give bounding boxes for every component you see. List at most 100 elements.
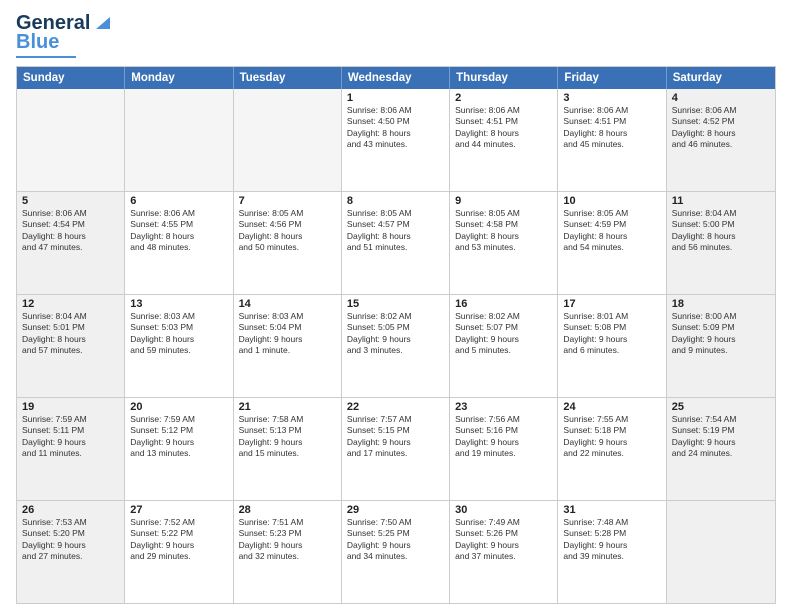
- cell-info: Sunrise: 8:02 AM Sunset: 5:07 PM Dayligh…: [455, 311, 552, 357]
- cal-cell: 17Sunrise: 8:01 AM Sunset: 5:08 PM Dayli…: [558, 295, 666, 397]
- cal-row-5: 26Sunrise: 7:53 AM Sunset: 5:20 PM Dayli…: [17, 500, 775, 603]
- cal-cell: 7Sunrise: 8:05 AM Sunset: 4:56 PM Daylig…: [234, 192, 342, 294]
- day-number: 19: [22, 401, 119, 413]
- cal-cell: 29Sunrise: 7:50 AM Sunset: 5:25 PM Dayli…: [342, 501, 450, 603]
- cell-info: Sunrise: 8:06 AM Sunset: 4:50 PM Dayligh…: [347, 105, 444, 151]
- day-number: 16: [455, 298, 552, 310]
- day-number: 21: [239, 401, 336, 413]
- cal-cell: 23Sunrise: 7:56 AM Sunset: 5:16 PM Dayli…: [450, 398, 558, 500]
- day-number: 24: [563, 401, 660, 413]
- cal-cell: 21Sunrise: 7:58 AM Sunset: 5:13 PM Dayli…: [234, 398, 342, 500]
- cell-info: Sunrise: 8:01 AM Sunset: 5:08 PM Dayligh…: [563, 311, 660, 357]
- cal-row-3: 12Sunrise: 8:04 AM Sunset: 5:01 PM Dayli…: [17, 294, 775, 397]
- cell-info: Sunrise: 7:59 AM Sunset: 5:12 PM Dayligh…: [130, 414, 227, 460]
- cal-cell: [17, 89, 125, 191]
- cell-info: Sunrise: 8:06 AM Sunset: 4:51 PM Dayligh…: [455, 105, 552, 151]
- day-number: 18: [672, 298, 770, 310]
- day-number: 25: [672, 401, 770, 413]
- cell-info: Sunrise: 8:05 AM Sunset: 4:59 PM Dayligh…: [563, 208, 660, 254]
- cal-cell: 2Sunrise: 8:06 AM Sunset: 4:51 PM Daylig…: [450, 89, 558, 191]
- day-number: 3: [563, 92, 660, 104]
- cell-info: Sunrise: 7:55 AM Sunset: 5:18 PM Dayligh…: [563, 414, 660, 460]
- day-number: 12: [22, 298, 119, 310]
- cell-info: Sunrise: 7:50 AM Sunset: 5:25 PM Dayligh…: [347, 517, 444, 563]
- cal-cell: 26Sunrise: 7:53 AM Sunset: 5:20 PM Dayli…: [17, 501, 125, 603]
- cal-cell: 3Sunrise: 8:06 AM Sunset: 4:51 PM Daylig…: [558, 89, 666, 191]
- cell-info: Sunrise: 7:53 AM Sunset: 5:20 PM Dayligh…: [22, 517, 119, 563]
- calendar-body: 1Sunrise: 8:06 AM Sunset: 4:50 PM Daylig…: [17, 89, 775, 603]
- cell-info: Sunrise: 8:02 AM Sunset: 5:05 PM Dayligh…: [347, 311, 444, 357]
- cal-cell: 25Sunrise: 7:54 AM Sunset: 5:19 PM Dayli…: [667, 398, 775, 500]
- day-number: 17: [563, 298, 660, 310]
- header-day-friday: Friday: [558, 67, 666, 89]
- cal-row-2: 5Sunrise: 8:06 AM Sunset: 4:54 PM Daylig…: [17, 191, 775, 294]
- cell-info: Sunrise: 7:54 AM Sunset: 5:19 PM Dayligh…: [672, 414, 770, 460]
- day-number: 29: [347, 504, 444, 516]
- header-day-wednesday: Wednesday: [342, 67, 450, 89]
- cell-info: Sunrise: 8:00 AM Sunset: 5:09 PM Dayligh…: [672, 311, 770, 357]
- day-number: 26: [22, 504, 119, 516]
- cal-cell: 15Sunrise: 8:02 AM Sunset: 5:05 PM Dayli…: [342, 295, 450, 397]
- logo-triangle-icon: [92, 13, 114, 31]
- cal-cell: 20Sunrise: 7:59 AM Sunset: 5:12 PM Dayli…: [125, 398, 233, 500]
- cal-cell: 8Sunrise: 8:05 AM Sunset: 4:57 PM Daylig…: [342, 192, 450, 294]
- cell-info: Sunrise: 7:48 AM Sunset: 5:28 PM Dayligh…: [563, 517, 660, 563]
- calendar-header: SundayMondayTuesdayWednesdayThursdayFrid…: [17, 67, 775, 89]
- cal-cell: [234, 89, 342, 191]
- cal-cell: 19Sunrise: 7:59 AM Sunset: 5:11 PM Dayli…: [17, 398, 125, 500]
- day-number: 2: [455, 92, 552, 104]
- day-number: 20: [130, 401, 227, 413]
- logo: General Blue: [16, 12, 114, 58]
- cal-cell: 1Sunrise: 8:06 AM Sunset: 4:50 PM Daylig…: [342, 89, 450, 191]
- cell-info: Sunrise: 8:06 AM Sunset: 4:55 PM Dayligh…: [130, 208, 227, 254]
- day-number: 1: [347, 92, 444, 104]
- cell-info: Sunrise: 8:06 AM Sunset: 4:54 PM Dayligh…: [22, 208, 119, 254]
- cal-cell: 9Sunrise: 8:05 AM Sunset: 4:58 PM Daylig…: [450, 192, 558, 294]
- cell-info: Sunrise: 8:06 AM Sunset: 4:51 PM Dayligh…: [563, 105, 660, 151]
- day-number: 13: [130, 298, 227, 310]
- cal-cell: 5Sunrise: 8:06 AM Sunset: 4:54 PM Daylig…: [17, 192, 125, 294]
- day-number: 31: [563, 504, 660, 516]
- cell-info: Sunrise: 8:05 AM Sunset: 4:58 PM Dayligh…: [455, 208, 552, 254]
- cal-cell: 10Sunrise: 8:05 AM Sunset: 4:59 PM Dayli…: [558, 192, 666, 294]
- logo-underline: [16, 56, 76, 58]
- cal-cell: 24Sunrise: 7:55 AM Sunset: 5:18 PM Dayli…: [558, 398, 666, 500]
- day-number: 15: [347, 298, 444, 310]
- cell-info: Sunrise: 8:05 AM Sunset: 4:56 PM Dayligh…: [239, 208, 336, 254]
- header-day-saturday: Saturday: [667, 67, 775, 89]
- cell-info: Sunrise: 8:05 AM Sunset: 4:57 PM Dayligh…: [347, 208, 444, 254]
- cal-cell: 27Sunrise: 7:52 AM Sunset: 5:22 PM Dayli…: [125, 501, 233, 603]
- cal-row-1: 1Sunrise: 8:06 AM Sunset: 4:50 PM Daylig…: [17, 89, 775, 191]
- day-number: 11: [672, 195, 770, 207]
- cal-cell: 22Sunrise: 7:57 AM Sunset: 5:15 PM Dayli…: [342, 398, 450, 500]
- header: General Blue: [16, 12, 776, 58]
- cell-info: Sunrise: 8:06 AM Sunset: 4:52 PM Dayligh…: [672, 105, 770, 151]
- cal-cell: 14Sunrise: 8:03 AM Sunset: 5:04 PM Dayli…: [234, 295, 342, 397]
- cal-cell: [125, 89, 233, 191]
- cal-row-4: 19Sunrise: 7:59 AM Sunset: 5:11 PM Dayli…: [17, 397, 775, 500]
- cell-info: Sunrise: 7:59 AM Sunset: 5:11 PM Dayligh…: [22, 414, 119, 460]
- cell-info: Sunrise: 8:03 AM Sunset: 5:04 PM Dayligh…: [239, 311, 336, 357]
- cal-cell: 16Sunrise: 8:02 AM Sunset: 5:07 PM Dayli…: [450, 295, 558, 397]
- cell-info: Sunrise: 7:58 AM Sunset: 5:13 PM Dayligh…: [239, 414, 336, 460]
- cell-info: Sunrise: 7:51 AM Sunset: 5:23 PM Dayligh…: [239, 517, 336, 563]
- day-number: 22: [347, 401, 444, 413]
- cell-info: Sunrise: 8:04 AM Sunset: 5:00 PM Dayligh…: [672, 208, 770, 254]
- day-number: 10: [563, 195, 660, 207]
- cell-info: Sunrise: 7:57 AM Sunset: 5:15 PM Dayligh…: [347, 414, 444, 460]
- page: General Blue SundayMondayTuesdayWednesda…: [0, 0, 792, 612]
- header-day-tuesday: Tuesday: [234, 67, 342, 89]
- header-day-sunday: Sunday: [17, 67, 125, 89]
- logo-blue: Blue: [16, 31, 59, 54]
- cal-cell: 31Sunrise: 7:48 AM Sunset: 5:28 PM Dayli…: [558, 501, 666, 603]
- cal-cell: 13Sunrise: 8:03 AM Sunset: 5:03 PM Dayli…: [125, 295, 233, 397]
- day-number: 8: [347, 195, 444, 207]
- cal-cell: [667, 501, 775, 603]
- cal-cell: 12Sunrise: 8:04 AM Sunset: 5:01 PM Dayli…: [17, 295, 125, 397]
- day-number: 4: [672, 92, 770, 104]
- day-number: 28: [239, 504, 336, 516]
- cell-info: Sunrise: 7:56 AM Sunset: 5:16 PM Dayligh…: [455, 414, 552, 460]
- cal-cell: 30Sunrise: 7:49 AM Sunset: 5:26 PM Dayli…: [450, 501, 558, 603]
- day-number: 6: [130, 195, 227, 207]
- cell-info: Sunrise: 7:49 AM Sunset: 5:26 PM Dayligh…: [455, 517, 552, 563]
